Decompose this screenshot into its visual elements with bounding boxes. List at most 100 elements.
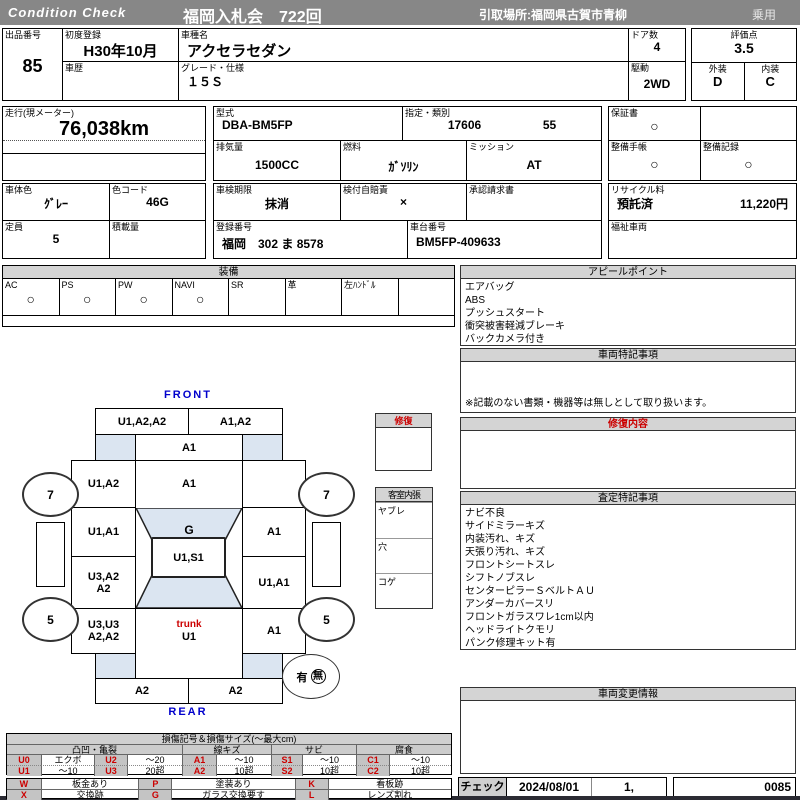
- legend-size: 〜20: [127, 754, 182, 765]
- assessment-item: センターピラーＳベルトＡＵ: [465, 586, 595, 597]
- lot-number-value: 85: [22, 56, 43, 76]
- score-value: 3.5: [734, 40, 754, 56]
- legend-key: X: [7, 789, 41, 800]
- legend-desc: 看板跡: [327, 779, 451, 789]
- equipment-label: AC: [5, 280, 18, 290]
- wheel-front-left: 7: [22, 472, 79, 517]
- legend-key: A1: [182, 754, 216, 765]
- quarter-left-line1: U3,A2: [87, 570, 120, 583]
- spare-tire-indicator: 有 無: [282, 654, 340, 699]
- legend-desc: 板金あり: [40, 779, 139, 789]
- legend-data-row-2: U1 〜10 U3 20超 A2 10超 S2 10超 C2 10超: [7, 765, 451, 776]
- equipment-row: AC ○ PS ○ PW ○ NAVI ○ SR 革 左ﾊﾝﾄﾞﾙ: [3, 279, 454, 315]
- maintenance-record-cell: 整備記録 ○: [700, 140, 797, 181]
- equipment-mark: ○: [26, 291, 35, 307]
- interior-label: 内装: [761, 64, 780, 74]
- trunk-panel: trunk U1: [135, 608, 243, 654]
- rear-direction-label: REAR: [168, 706, 208, 718]
- capacity-value: 5: [52, 232, 60, 246]
- change-info-section: 車両変更情報: [460, 687, 796, 774]
- front-bumper-left: U1,A2,A2: [95, 408, 189, 435]
- grade-cell: グレード・仕様 １５Ｓ: [178, 61, 629, 101]
- warranty-mark: ○: [650, 118, 659, 134]
- mark-legend-table: W 板金あり P 塗装あり K 看板跡 X 交換跡 G ガラス交換要す L レン…: [6, 778, 452, 800]
- equipment-cell-pw: PW ○: [116, 279, 173, 315]
- recycle-fee-label: リサイクル料: [611, 185, 665, 195]
- equipment-label: 革: [287, 280, 297, 290]
- capacity-label: 定員: [5, 222, 24, 232]
- inspection-value: 抹消: [264, 197, 289, 211]
- assessment-item: 天張り汚れ、キズ: [465, 547, 546, 558]
- legend-desc: レンズ割れ: [327, 789, 451, 800]
- maintenance-book-cell: 整備手帳 ○: [608, 140, 701, 181]
- assessment-title: 査定特記事項: [461, 492, 795, 505]
- body-color-value: ｸﾞﾚｰ: [43, 197, 68, 211]
- color-code-cell: 色コード 46G: [109, 183, 206, 221]
- legend-key: U1: [7, 765, 41, 776]
- equipment-mark: ○: [83, 291, 92, 307]
- warranty-cell: 保証書 ○: [608, 106, 701, 141]
- class-cell: 指定・類別 17606 55: [402, 106, 602, 141]
- repair-detail-section: 修復内容: [460, 417, 796, 489]
- spare-present-label: 有: [296, 671, 308, 684]
- legend-key: L: [294, 789, 328, 800]
- model-name-cell: 車種名 アクセラセダン: [178, 28, 629, 62]
- displacement-value: 1500CC: [254, 158, 300, 172]
- first-registration-label: 初度登録: [65, 30, 102, 40]
- equipment-label: 左ﾊﾝﾄﾞﾙ: [344, 280, 376, 290]
- insurance-label: 検付自賠責: [343, 185, 389, 195]
- vehicle-notes-title: 車両特記事項: [461, 349, 795, 362]
- transmission-cell: ミッション AT: [466, 140, 602, 181]
- drive-label: 駆動: [631, 63, 650, 73]
- grade-value: １５Ｓ: [187, 75, 224, 89]
- assessment-item: アンダーカバースリ: [465, 599, 555, 610]
- approval-cell: 承認請求書: [466, 183, 602, 221]
- appeal-title: アピールポイント: [461, 266, 795, 279]
- exterior-label: 外装: [708, 64, 727, 74]
- legend-key: S2: [271, 765, 302, 776]
- mark-legend-row-2: X 交換跡 G ガラス交換要す L レンズ割れ: [7, 789, 451, 800]
- insurance-cell: 検付自賠責 ×: [340, 183, 467, 221]
- legend-key: K: [294, 779, 328, 789]
- front-fender-left: U1,A2: [71, 460, 136, 508]
- chassis-number-label: 車台番号: [410, 222, 447, 232]
- warranty-blank-cell: [700, 106, 797, 141]
- class-label: 指定・類別: [405, 108, 451, 118]
- rear-left-line1: U3,U3: [87, 619, 120, 631]
- insurance-value: ×: [399, 195, 407, 209]
- doors-cell: ドア数 4: [628, 28, 686, 62]
- fuel-label: 燃料: [343, 142, 362, 152]
- equipment-cell-lhd: 左ﾊﾝﾄﾞﾙ: [342, 279, 399, 315]
- appeal-item: プッシュスタート: [465, 308, 545, 319]
- brand-logo: Condition Check: [8, 5, 127, 20]
- repair-mini-box: 修復: [375, 413, 432, 471]
- equipment-mark: ○: [139, 291, 148, 307]
- assessment-list: ナビ不良 サイドミラーキズ 内装汚れ、キズ 天張り汚れ、キズ フロントシートスレ…: [461, 505, 795, 652]
- legend-size: 〜10: [41, 765, 94, 776]
- lot-number-label: 出品番号: [5, 30, 42, 40]
- assessment-item: ナビ不良: [465, 508, 505, 519]
- doors-label: ドア数: [631, 30, 659, 40]
- legend-size: 10超: [302, 765, 356, 776]
- assessment-section: 査定特記事項 ナビ不良 サイドミラーキズ 内装汚れ、キズ 天張り汚れ、キズ フロ…: [460, 491, 796, 650]
- disclaimer-note: ※記載のない書類・機器等は無しとして取り扱います。: [465, 398, 713, 409]
- car-history-cell: 車歴: [62, 61, 179, 101]
- legend-desc: ガラス交換要す: [171, 789, 295, 800]
- trunk-label: trunk: [176, 619, 202, 630]
- fuel-value: ｶﾞｿﾘﾝ: [388, 160, 419, 174]
- inspection-cell: 車検期限 抹消: [213, 183, 341, 221]
- check-date: 2024/08/01: [518, 780, 580, 794]
- assessment-item: シフトノブスレ: [465, 573, 535, 584]
- legend-group-row: 凸凹・亀裂 線キズ サビ 腐食: [7, 744, 451, 754]
- equipment-table: 装備 AC ○ PS ○ PW ○ NAVI ○ SR 革 左ﾊﾝﾄﾞﾙ: [2, 265, 455, 327]
- grade-label: グレード・仕様: [181, 63, 245, 73]
- title-bar: Condition Check 福岡入札会 722回 引取場所:福岡県古賀市青柳…: [0, 0, 800, 26]
- equipment-label: [399, 279, 455, 280]
- equipment-cell-blank: [399, 279, 455, 315]
- transmission-label: ミッション: [469, 142, 515, 152]
- maintenance-record-label: 整備記録: [703, 142, 740, 152]
- legend-desc: 交換跡: [40, 789, 139, 800]
- cabin-row-tear: ヤブレ: [376, 502, 432, 538]
- exterior-cell: 外装 D: [692, 63, 745, 100]
- quarter-left: U3,A2 A2: [71, 556, 136, 609]
